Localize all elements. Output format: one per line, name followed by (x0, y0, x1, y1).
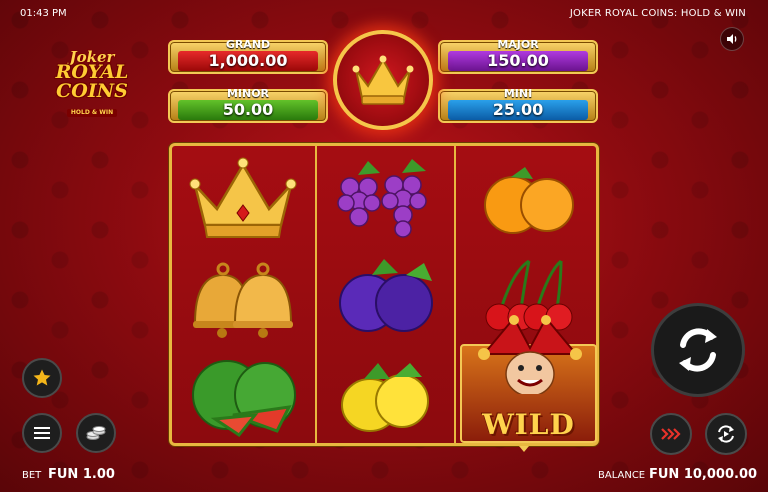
logo-line-hold-win: HOLD & WIN (66, 109, 118, 117)
wild-pointer-icon (519, 446, 529, 452)
game-title: JOKER ROYAL COINS: HOLD & WIN (569, 8, 746, 19)
lemons-icon (340, 362, 429, 432)
hamburger-icon (34, 427, 50, 439)
crown-icon (352, 55, 414, 105)
jackpot-grand-label: GRAND (225, 38, 271, 51)
autoplay-icon (718, 425, 734, 443)
bet-value: FUN 1.00 (48, 467, 115, 482)
plums-icon (338, 258, 433, 332)
turbo-button[interactable] (650, 413, 692, 455)
watermelon-icon (191, 359, 296, 437)
jackpot-minor: MINOR 50.00 (168, 87, 328, 123)
bet-label: BET (22, 470, 42, 481)
jackpot-mini-label: MINI (503, 87, 533, 100)
symbol-bells (172, 246, 313, 345)
symbol-oranges (458, 148, 599, 247)
joker-wild-icon (478, 315, 582, 394)
sound-button[interactable] (720, 27, 744, 51)
favorite-button[interactable] (22, 358, 62, 398)
triple-chevron-icon (661, 428, 681, 440)
wild-label: WILD (482, 408, 575, 441)
crown-icon (189, 157, 296, 238)
autoplay-button[interactable] (705, 413, 747, 455)
jackpot-mini-value: 25.00 (448, 100, 588, 120)
jackpot-major-label: MAJOR (497, 38, 539, 51)
logo-line-royal-coins: ROYAL COINS (55, 61, 129, 102)
balance-label: BALANCE (598, 470, 646, 481)
spin-button[interactable] (651, 303, 745, 397)
symbol-grapes (317, 148, 454, 247)
crown-medallion (333, 30, 433, 130)
spin-arrows-icon (679, 328, 717, 372)
grapes-icon (336, 158, 427, 238)
bet-coins-button[interactable] (76, 413, 116, 453)
game-logo: Joker ROYAL COINS HOLD & WIN (22, 50, 162, 117)
jackpot-minor-label: MINOR (226, 87, 270, 100)
speaker-icon (727, 34, 737, 44)
jackpot-grand: GRAND 1,000.00 (168, 38, 328, 74)
jackpot-major-value: 150.00 (448, 51, 588, 71)
reel-1 (172, 146, 313, 443)
coin-stack-icon (86, 426, 106, 440)
clock: 01:43 PM (20, 8, 67, 19)
symbol-crown (172, 148, 313, 247)
star-icon (33, 369, 51, 386)
jackpot-grand-value: 1,000.00 (178, 51, 318, 71)
balance-value: FUN 10,000.00 (649, 467, 758, 482)
oranges-icon (483, 166, 574, 234)
menu-button[interactable] (22, 413, 62, 453)
reel-grid: WILD (169, 143, 599, 446)
symbol-plums (317, 246, 454, 345)
jackpot-major: MAJOR 150.00 (438, 38, 598, 74)
jackpot-mini: MINI 25.00 (438, 87, 598, 123)
symbol-watermelon (172, 344, 313, 443)
symbol-lemons (317, 344, 454, 443)
wild-symbol-frame: WILD (460, 315, 597, 443)
reel-3: WILD (458, 146, 599, 443)
bells-icon (192, 262, 293, 338)
reel-2 (315, 146, 456, 443)
jackpot-minor-value: 50.00 (178, 100, 318, 120)
